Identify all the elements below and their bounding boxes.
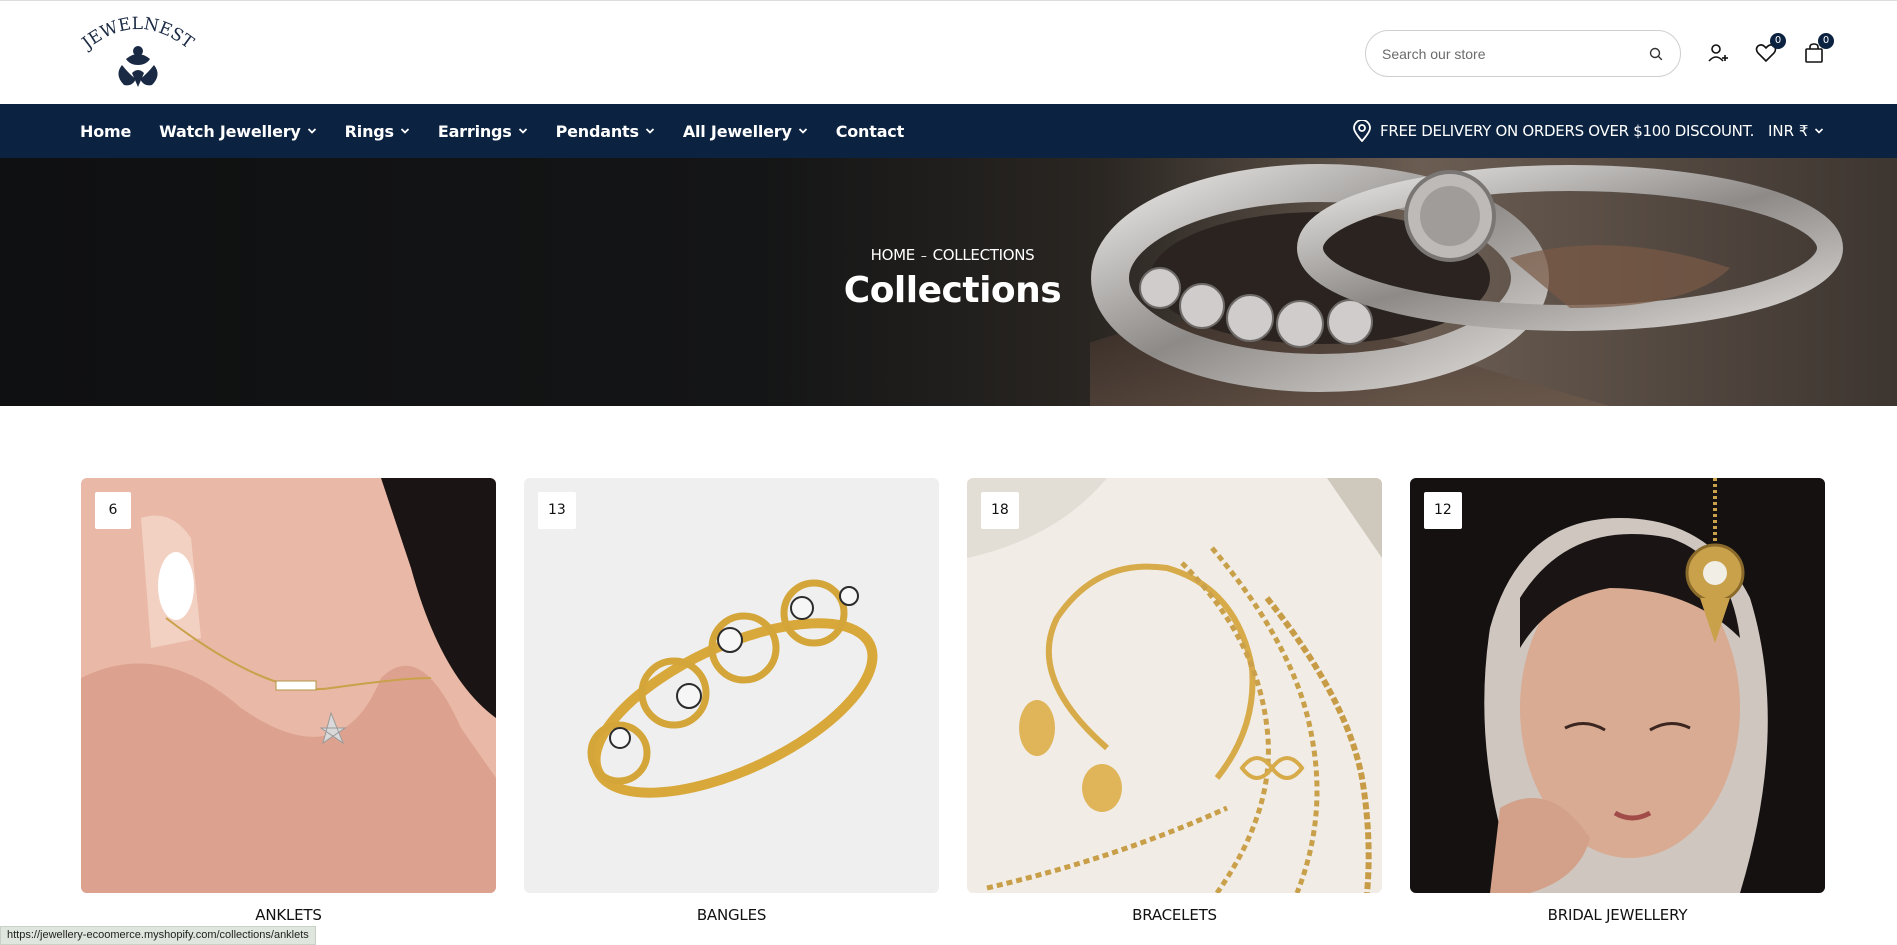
browser-status-url: https://jewellery-ecoomerce.myshopify.co… — [0, 926, 316, 945]
currency-selector[interactable]: INR ₹ — [1768, 104, 1824, 158]
collection-card-bridal-jewellery[interactable]: 12 — [1410, 478, 1825, 893]
cart-icon[interactable]: 0 — [1802, 33, 1834, 65]
bracelets-image — [967, 478, 1382, 893]
nav-item-label: Home — [80, 121, 132, 141]
nav-item-earrings[interactable]: Earrings — [438, 122, 528, 141]
nav-item-label: Contact — [835, 121, 905, 141]
collection-count-badge: 18 — [981, 492, 1019, 529]
collection-count-badge: 13 — [538, 492, 576, 529]
nav-item-contact[interactable]: Contact — [835, 121, 905, 141]
collection-title[interactable]: BRIDAL JEWELLERY — [1410, 906, 1825, 924]
location-pin-icon — [1353, 120, 1371, 142]
chevron-down-icon — [798, 128, 807, 134]
main-navigation: Home Watch Jewellery Rings Earrings Pend… — [0, 104, 1897, 158]
breadcrumb-current: COLLECTIONS — [932, 246, 1035, 264]
account-icon[interactable] — [1706, 41, 1730, 65]
collection-title[interactable]: BANGLES — [524, 906, 939, 924]
breadcrumb-separator: – — [920, 249, 927, 263]
collection-title[interactable]: BRACELETS — [967, 906, 1382, 924]
chevron-down-icon — [400, 128, 409, 134]
delivery-text: FREE DELIVERY ON ORDERS OVER $100 DISCOU… — [1380, 122, 1755, 140]
wishlist-count-badge: 0 — [1770, 33, 1786, 49]
search-icon[interactable] — [1648, 46, 1664, 62]
collection-card-anklets[interactable]: 6 — [81, 478, 496, 893]
bangles-image — [524, 478, 939, 893]
currency-label: INR ₹ — [1768, 122, 1809, 140]
site-header: JEWELNEST 0 0 — [0, 0, 1897, 104]
nav-menu: Home Watch Jewellery Rings Earrings Pend… — [80, 104, 904, 158]
store-logo[interactable]: JEWELNEST — [77, 14, 198, 91]
nav-item-label: All Jewellery — [682, 121, 792, 141]
search-input[interactable] — [1382, 43, 1632, 65]
collection-card-bracelets[interactable]: 18 — [967, 478, 1382, 893]
nav-item-label: Pendants — [555, 121, 639, 141]
chevron-down-icon — [307, 128, 316, 134]
bridal-jewellery-image — [1410, 478, 1825, 893]
nav-item-label: Watch Jewellery — [159, 121, 301, 141]
cart-count-badge: 0 — [1818, 33, 1834, 49]
nav-item-label: Earrings — [437, 121, 512, 141]
nav-item-label: Rings — [344, 121, 394, 141]
nav-item-pendants[interactable]: Pendants — [556, 122, 655, 141]
jewelnest-logo-icon: JEWELNEST — [77, 14, 198, 87]
chevron-down-icon — [645, 128, 654, 134]
wishlist-icon[interactable]: 0 — [1754, 33, 1786, 65]
collections-hero-banner: HOME – COLLECTIONS Collections — [0, 158, 1897, 406]
collection-title[interactable]: ANKLETS — [81, 906, 496, 924]
collection-count-badge: 6 — [95, 492, 131, 529]
breadcrumb-home-link[interactable]: HOME — [871, 246, 916, 264]
collection-count-badge: 12 — [1424, 492, 1462, 529]
breadcrumb: HOME – COLLECTIONS — [0, 246, 1897, 264]
delivery-notice: FREE DELIVERY ON ORDERS OVER $100 DISCOU… — [1352, 104, 1754, 158]
page-title: Collections — [843, 270, 1062, 311]
anklets-image — [81, 478, 496, 893]
nav-item-home[interactable]: Home — [80, 122, 131, 141]
collection-card-bangles[interactable]: 13 — [524, 478, 939, 893]
nav-item-watch-jewellery[interactable]: Watch Jewellery — [159, 122, 317, 141]
chevron-down-icon — [1815, 128, 1824, 134]
chevron-down-icon — [518, 128, 527, 134]
search-box — [1365, 30, 1681, 77]
nav-item-rings[interactable]: Rings — [345, 122, 410, 141]
nav-item-all-jewellery[interactable]: All Jewellery — [683, 122, 808, 141]
